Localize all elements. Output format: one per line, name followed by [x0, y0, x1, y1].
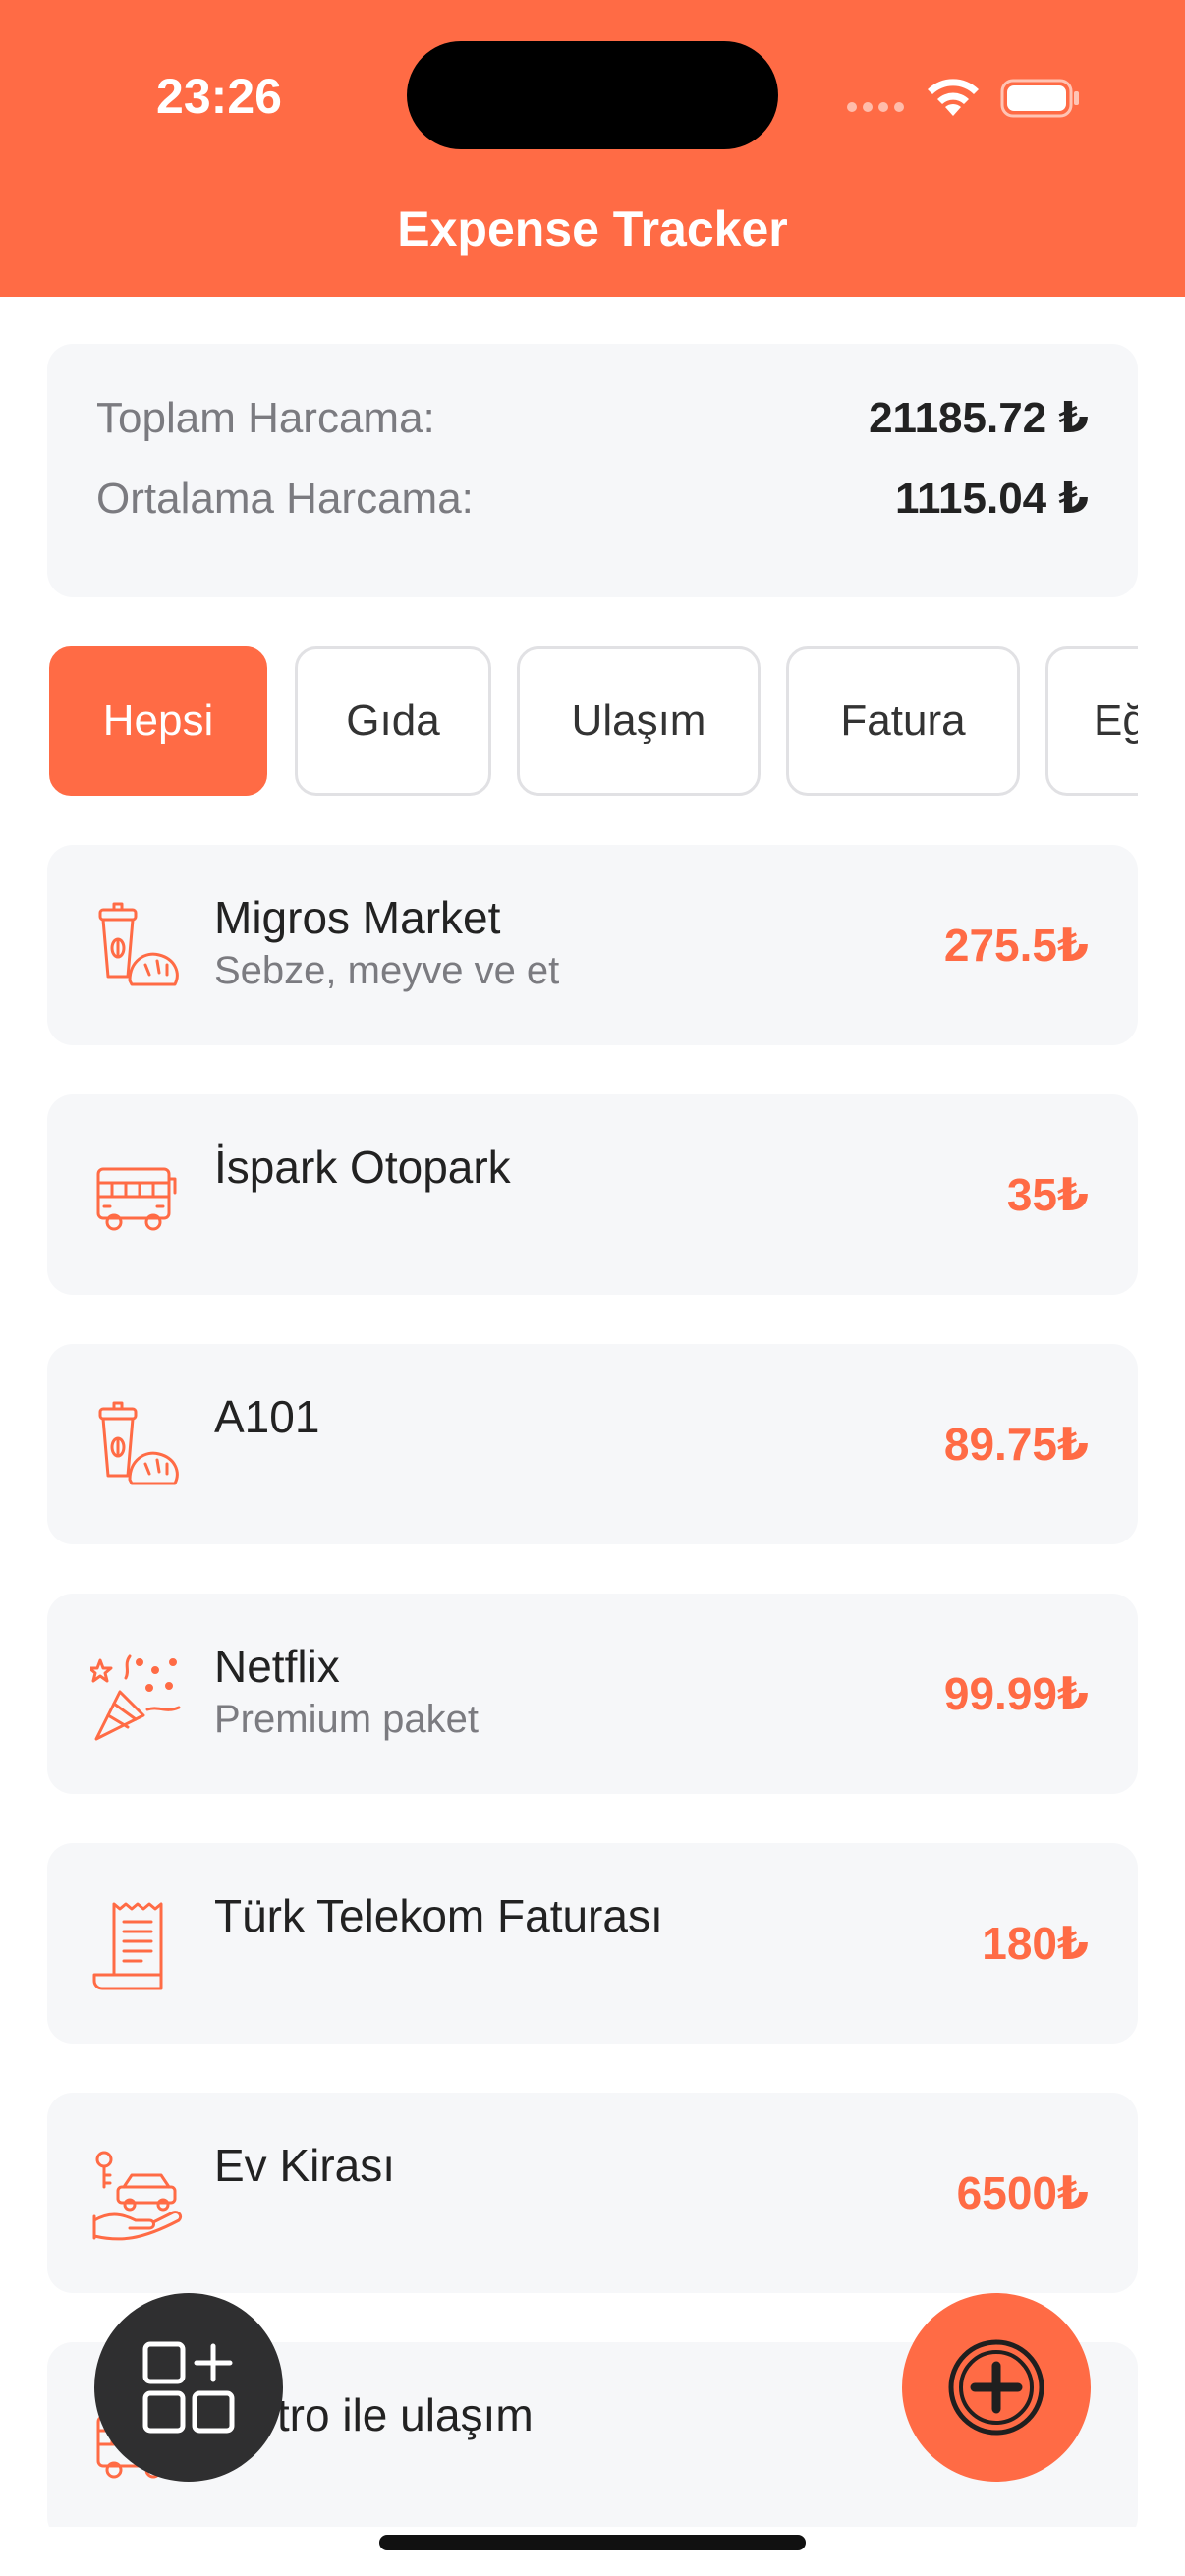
cellular-signal-icon	[847, 102, 906, 112]
expense-title: Metro ile ulaşım	[214, 2389, 534, 2440]
average-spending-value: 1115.04 ₺	[894, 475, 1089, 523]
total-spending-label: Toplam Harcama:	[96, 394, 435, 442]
average-spending-row: Ortalama Harcama: 1115.04 ₺	[96, 468, 1089, 531]
expense-amount: 275.5₺	[943, 920, 1089, 971]
average-spending-label: Ortalama Harcama:	[96, 475, 474, 523]
expense-title: Migros Market	[214, 892, 501, 943]
battery-icon	[1000, 79, 1079, 118]
add-category-icon	[142, 2341, 235, 2434]
filter-chip-all[interactable]: Hepsi	[49, 646, 267, 796]
add-expense-button[interactable]	[902, 2293, 1091, 2482]
expense-amount: 180₺	[982, 1918, 1089, 1969]
expense-amount: 35₺	[1006, 1169, 1089, 1220]
party-icon	[90, 1654, 181, 1741]
food-icon	[98, 902, 179, 986]
food-icon	[98, 1401, 179, 1485]
total-spending-row: Toplam Harcama: 21185.72 ₺	[96, 387, 1089, 450]
expense-subtitle	[214, 1444, 902, 1495]
expense-subtitle: Sebze, meyve ve et	[214, 949, 560, 992]
wifi-icon	[928, 79, 979, 116]
expense-amount: 89.75₺	[943, 1419, 1089, 1470]
expense-item[interactable]: Migros Market Sebze, meyve ve et 275.5₺	[47, 845, 1138, 1045]
expense-item[interactable]: Türk Telekom Faturası 180₺	[47, 1843, 1138, 2044]
add-circle-icon	[948, 2339, 1044, 2436]
summary-card: Toplam Harcama: 21185.72 ₺ Ortalama Harc…	[47, 344, 1138, 597]
receipt-icon	[92, 1902, 163, 1990]
expense-amount: 99.99₺	[943, 1668, 1089, 1719]
filter-chip-food[interactable]: Gıda	[295, 646, 491, 796]
expense-item[interactable]: İspark Otopark 35₺	[47, 1094, 1138, 1295]
total-spending-value: 21185.72 ₺	[869, 394, 1089, 442]
expense-subtitle	[214, 1943, 902, 1994]
expense-title: Ev Kirası	[214, 2140, 396, 2191]
expense-subtitle	[214, 2193, 902, 2244]
expense-subtitle	[214, 1195, 902, 1246]
categories-button[interactable]	[94, 2293, 283, 2482]
expense-item[interactable]: Netflix Premium paket 99.99₺	[47, 1594, 1138, 1794]
rent-icon	[92, 2151, 183, 2241]
expense-item[interactable]: Ev Kirası 6500₺	[47, 2093, 1138, 2293]
expense-amount: 6500₺	[956, 2167, 1089, 2218]
status-indicators	[847, 71, 1083, 126]
status-time: 23:26	[156, 69, 282, 124]
expense-title: Türk Telekom Faturası	[214, 1890, 663, 1941]
expense-title: A101	[214, 1391, 320, 1442]
expense-list: Migros Market Sebze, meyve ve et 275.5₺ …	[47, 845, 1138, 2527]
expense-title: Netflix	[214, 1641, 340, 1692]
expense-tracker-screen: 23:26 Expense Tracker Toplam Harcama: 21…	[0, 0, 1185, 2576]
expense-subtitle	[214, 2442, 902, 2493]
expense-item[interactable]: A101 89.75₺	[47, 1344, 1138, 1544]
filter-chip-bills[interactable]: Fatura	[786, 646, 1020, 796]
dynamic-island	[407, 41, 778, 149]
expense-title: İspark Otopark	[214, 1142, 511, 1193]
app-header: 23:26 Expense Tracker	[0, 0, 1185, 297]
home-indicator	[379, 2535, 806, 2550]
expense-subtitle: Premium paket	[214, 1698, 479, 1741]
app-title: Expense Tracker	[397, 201, 788, 256]
filter-chip-education[interactable]: Eğ	[1045, 646, 1138, 796]
filter-chip-transport[interactable]: Ulaşım	[517, 646, 761, 796]
bus-icon	[96, 1167, 177, 1231]
category-filter-bar: Hepsi Gıda Ulaşım Fatura Eğ	[47, 644, 1138, 802]
